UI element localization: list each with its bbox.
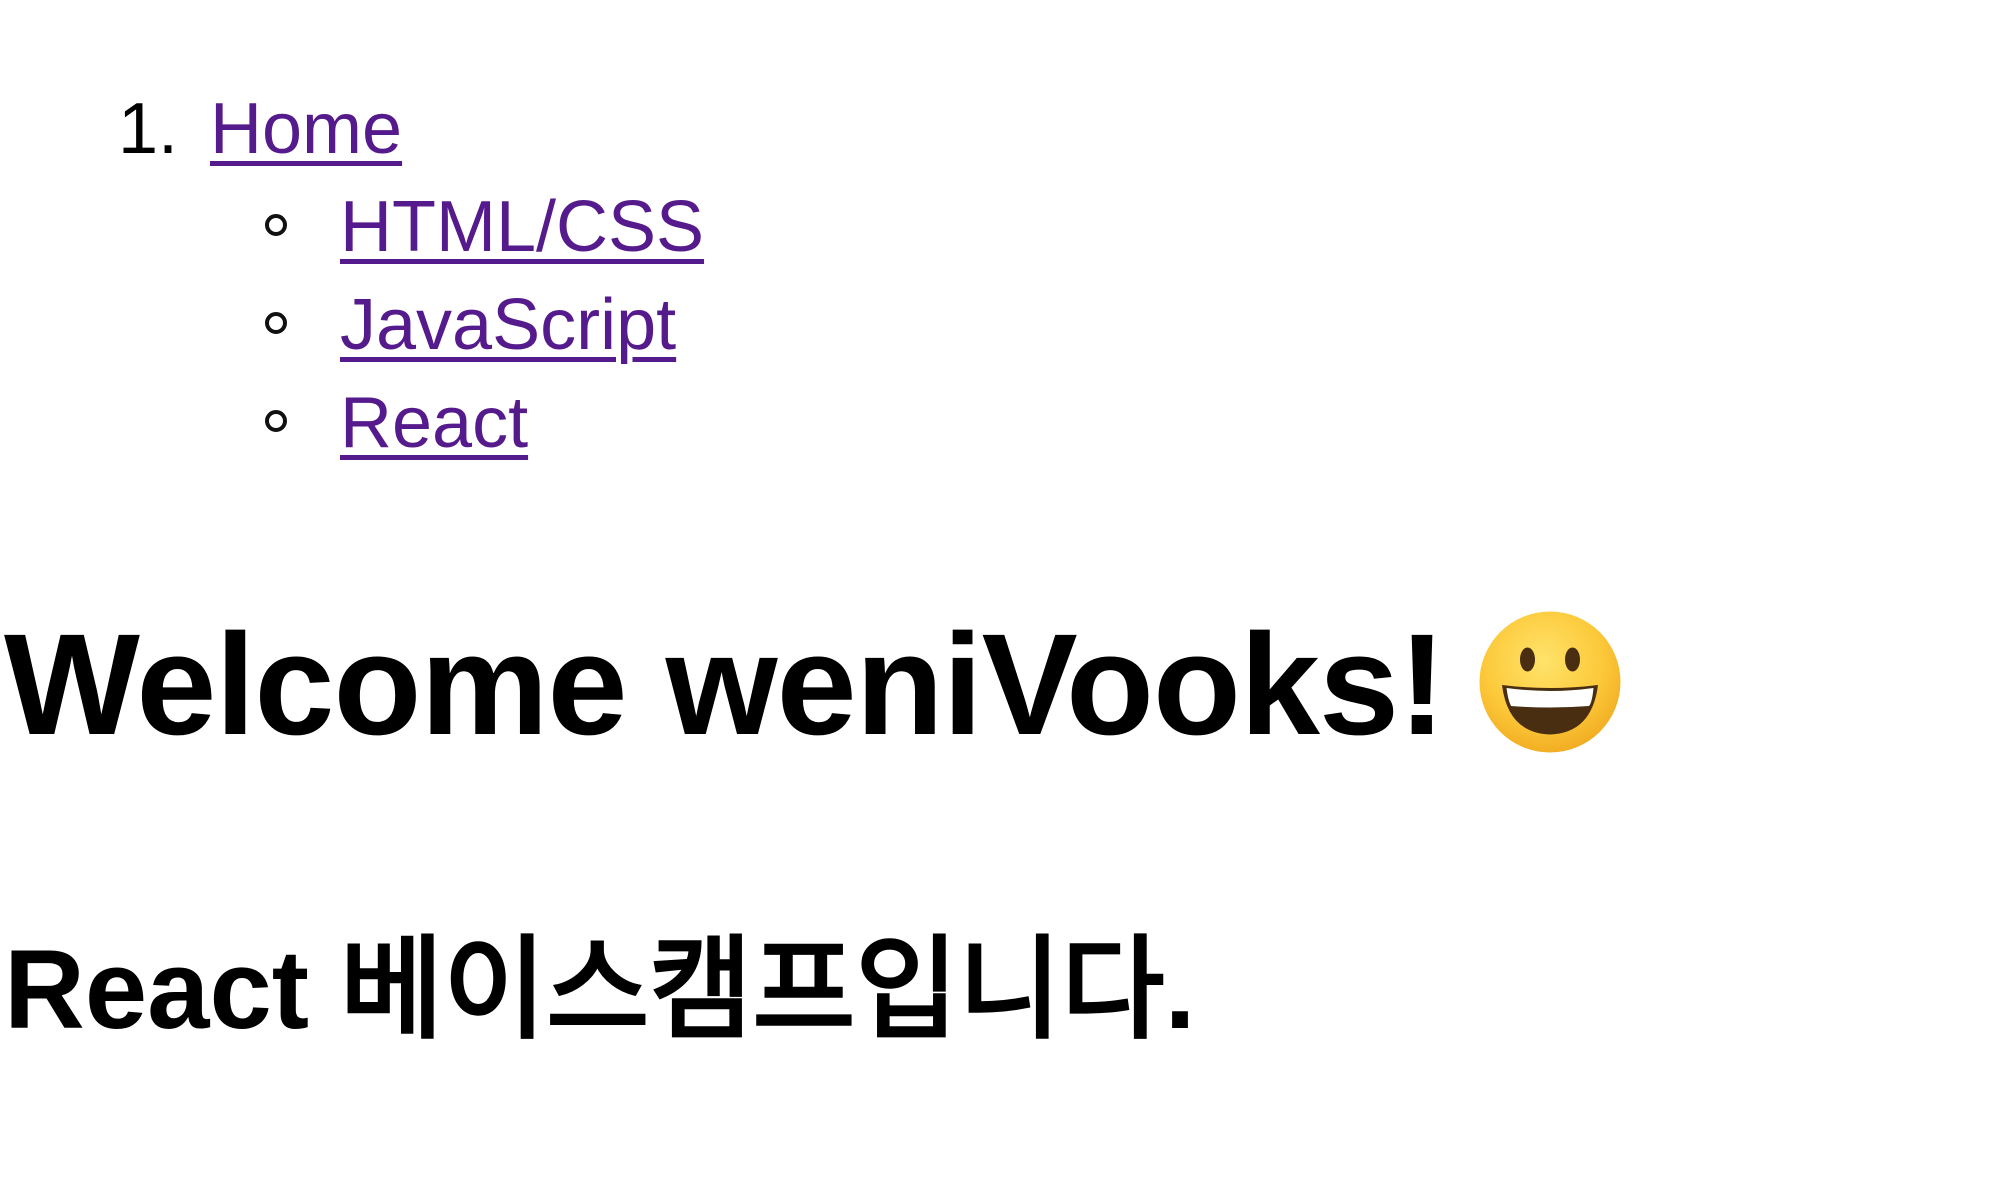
page: 1. Home HTML/CSS JavaScript React Welcome… — [0, 0, 2000, 1200]
html-css-link[interactable]: HTML/CSS — [340, 187, 704, 267]
circle-bullet-icon — [265, 214, 287, 236]
circle-bullet-icon — [265, 312, 287, 334]
grinning-face-icon — [1479, 611, 1621, 753]
list-item-home: 1. Home — [118, 80, 704, 178]
list-ordinal: 1. — [118, 89, 179, 169]
list-item-html-css: HTML/CSS — [265, 178, 704, 276]
home-link[interactable]: Home — [210, 89, 402, 169]
page-title: Welcome weniVooks! — [4, 600, 1625, 771]
page-title-text: Welcome weniVooks! — [4, 604, 1446, 765]
page-subtitle: React 베이스캠프입니다. — [4, 927, 1196, 1052]
list-item-react: React — [265, 374, 704, 472]
list-item-javascript: JavaScript — [265, 276, 704, 374]
navigation-list: 1. Home HTML/CSS JavaScript React — [0, 80, 704, 472]
javascript-link[interactable]: JavaScript — [340, 285, 676, 365]
circle-bullet-icon — [265, 410, 287, 432]
react-link[interactable]: React — [340, 383, 528, 463]
